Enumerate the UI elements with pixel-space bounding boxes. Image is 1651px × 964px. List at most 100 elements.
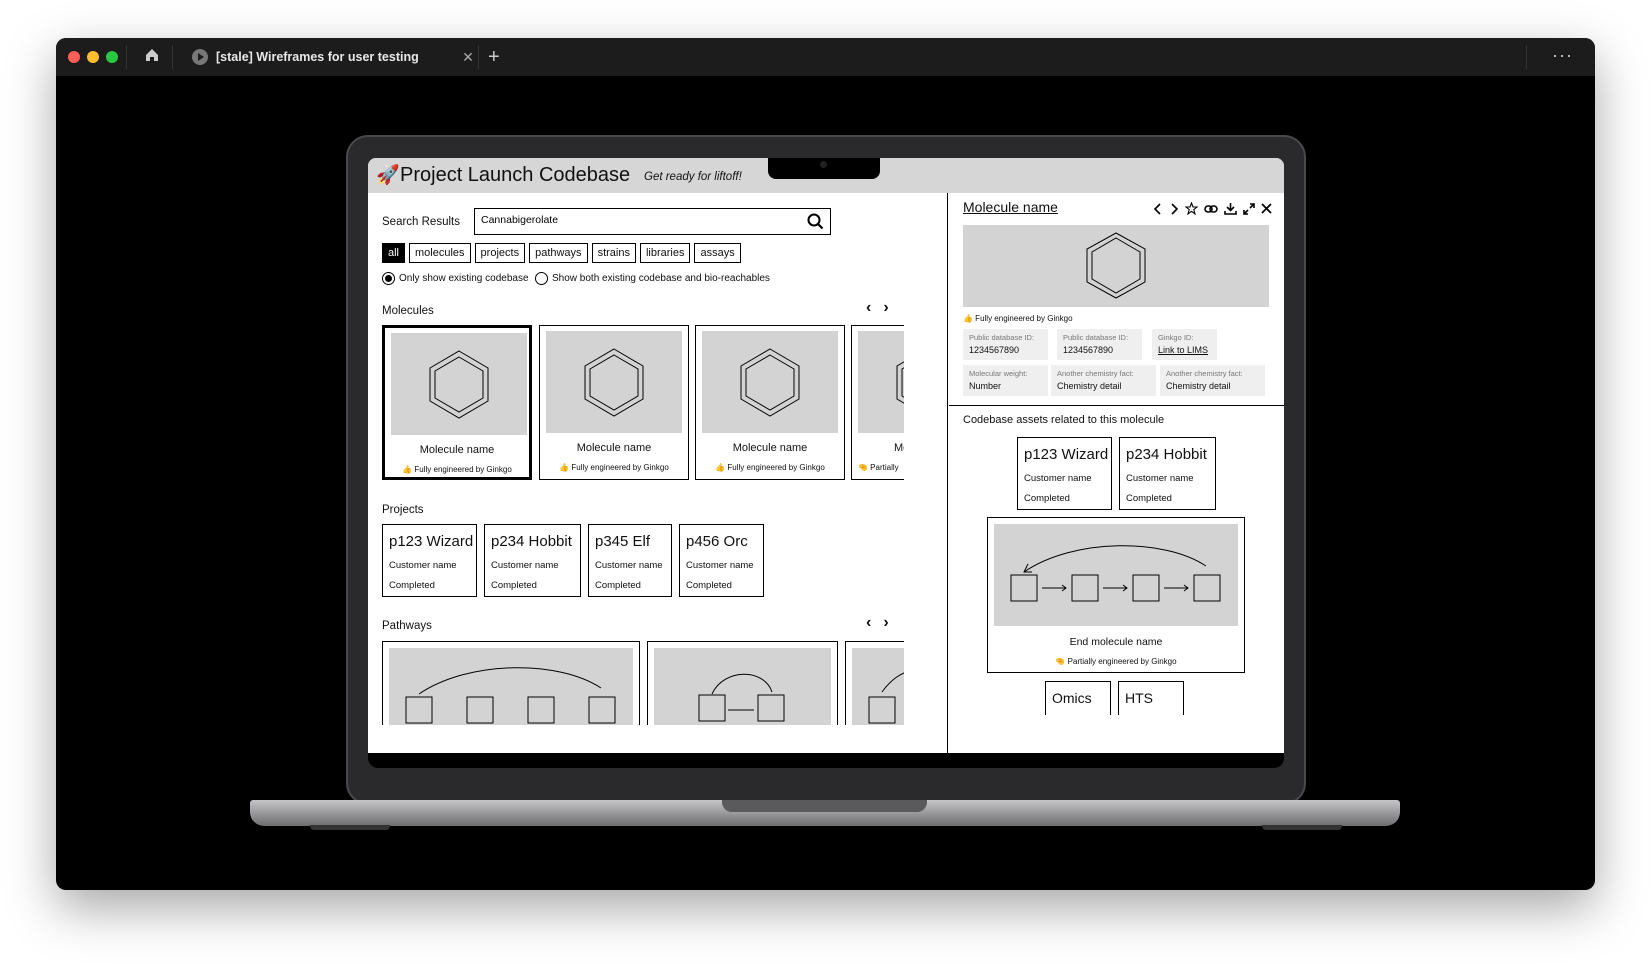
- link-to-lims[interactable]: Link to LIMS: [1158, 345, 1208, 355]
- filter-all[interactable]: all: [382, 243, 406, 263]
- radio-button-selected[interactable]: [382, 272, 395, 285]
- chevron-left-icon[interactable]: ‹: [866, 299, 871, 317]
- project-card[interactable]: p456 Orc Customer name Completed: [679, 524, 764, 597]
- related-pathway-card[interactable]: End molecule name 🤏 Partially engineered…: [987, 517, 1245, 673]
- benzene-icon: [584, 348, 644, 417]
- search-results-panel: Search Results all molecules projects pa…: [368, 193, 948, 753]
- pathways-section-title: Pathways: [382, 620, 432, 632]
- customer-name: Customer name: [686, 560, 754, 571]
- close-window-button[interactable]: [68, 51, 80, 63]
- pathway-card[interactable]: [382, 641, 640, 731]
- filter-projects[interactable]: projects: [474, 243, 526, 263]
- customer-name: Customer name: [1024, 473, 1092, 484]
- laptop-foot: [310, 825, 390, 830]
- fact-molecular-weight: Molecular weight: Number: [963, 365, 1048, 396]
- tab-close-button[interactable]: ✕: [458, 49, 478, 66]
- radio-button[interactable]: [535, 272, 548, 285]
- project-name: p123 Wizard: [1024, 446, 1109, 463]
- radio-both[interactable]: Show both existing codebase and bio-reac…: [535, 272, 770, 285]
- search-box[interactable]: [474, 208, 831, 235]
- radio-both-label: Show both existing codebase and bio-reac…: [552, 273, 770, 284]
- project-status: Completed: [595, 580, 641, 591]
- project-status: Completed: [491, 580, 537, 591]
- project-name: p345 Elf: [595, 533, 651, 550]
- project-status: Completed: [1024, 493, 1070, 504]
- molecule-name: Molecule name: [419, 444, 495, 456]
- tab-title: [stale] Wireframes for user testing: [216, 50, 419, 64]
- filter-molecules[interactable]: molecules: [409, 243, 471, 263]
- fact-public-db-id: Public database ID: 1234567890: [1057, 329, 1142, 360]
- chevron-right-icon[interactable]: ›: [883, 299, 888, 317]
- pathway-diagram-icon: [698, 673, 785, 722]
- search-results-label: Search Results: [382, 216, 460, 228]
- close-icon[interactable]: [1261, 203, 1272, 214]
- filter-strains[interactable]: strains: [591, 243, 636, 263]
- project-card[interactable]: p234 Hobbit Customer name Completed: [484, 524, 581, 597]
- project-status: Completed: [686, 580, 732, 591]
- new-tab-button[interactable]: +: [488, 46, 500, 69]
- detail-molecule-title[interactable]: Molecule name: [963, 199, 1058, 215]
- assay-name: Omics: [1052, 690, 1092, 706]
- expand-icon[interactable]: [1243, 202, 1255, 215]
- more-menu-button[interactable]: ···: [1552, 45, 1573, 66]
- pathway-diagram-icon: [1010, 545, 1221, 602]
- pathway-card[interactable]: [647, 641, 838, 731]
- end-molecule-name: End molecule name: [1069, 636, 1163, 648]
- rocket-icon: 🚀: [376, 165, 400, 186]
- molecule-card[interactable]: Molecule name 👍 Fully engineered by Gink…: [382, 325, 532, 480]
- molecules-carousel-nav: ‹ ›: [866, 299, 889, 317]
- related-project-card[interactable]: p123 Wizard Customer name Completed: [1017, 437, 1112, 510]
- project-card[interactable]: p123 Wizard Customer name Completed: [382, 524, 477, 597]
- divider: [949, 405, 1284, 406]
- chevron-left-icon[interactable]: ‹: [866, 614, 871, 632]
- star-icon[interactable]: [1185, 202, 1198, 215]
- pathway-diagram: [994, 524, 1238, 626]
- app-subtitle: Get ready for liftoff!: [644, 171, 742, 183]
- pathway-diagram: [654, 648, 831, 730]
- molecule-structure-image: [702, 331, 838, 433]
- chevron-left-icon[interactable]: [1153, 202, 1163, 215]
- filter-assays[interactable]: assays: [694, 243, 741, 263]
- fact-chemistry: Another chemistry fact: Chemistry detail: [1160, 365, 1265, 396]
- home-icon[interactable]: [144, 47, 160, 63]
- laptop-foot: [1262, 825, 1342, 830]
- benzene-icon: [429, 350, 489, 419]
- detail-actions: [1153, 202, 1272, 215]
- assay-name: HTS: [1125, 690, 1153, 706]
- play-icon: [192, 49, 208, 65]
- pathways-carousel-nav: ‹ ›: [866, 614, 889, 632]
- related-assets-title: Codebase assets related to this molecule: [963, 414, 1165, 426]
- browser-tab[interactable]: [stale] Wireframes for user testing ✕: [182, 41, 478, 73]
- fact-chemistry: Another chemistry fact: Chemistry detail: [1051, 365, 1156, 396]
- chevron-right-icon[interactable]: [1169, 202, 1179, 215]
- detail-molecule-image: [963, 225, 1269, 307]
- molecule-card[interactable]: Molecule name 👍 Fully engineered by Gink…: [695, 325, 845, 480]
- search-icon[interactable]: [807, 213, 824, 230]
- download-icon[interactable]: [1224, 202, 1237, 215]
- fact-public-db-id: Public database ID: 1234567890: [963, 329, 1048, 360]
- related-project-card[interactable]: p234 Hobbit Customer name Completed: [1119, 437, 1216, 510]
- filter-libraries[interactable]: libraries: [639, 243, 691, 263]
- engineering-badge: 👍 Fully engineered by Ginkgo: [402, 465, 512, 474]
- project-status: Completed: [389, 580, 435, 591]
- filter-pathways[interactable]: pathways: [529, 243, 588, 263]
- molecules-section-title: Molecules: [382, 305, 434, 317]
- pathway-diagram-icon: [405, 667, 616, 724]
- customer-name: Customer name: [1126, 473, 1194, 484]
- end-engineering-badge: 🤏 Partially engineered by Ginkgo: [1055, 657, 1177, 666]
- customer-name: Customer name: [595, 560, 663, 571]
- search-input[interactable]: [481, 214, 801, 226]
- chevron-right-icon[interactable]: ›: [883, 614, 888, 632]
- minimize-window-button[interactable]: [87, 51, 99, 63]
- molecule-card[interactable]: Molecule name 👍 Fully engineered by Gink…: [539, 325, 689, 480]
- link-icon[interactable]: [1204, 203, 1218, 215]
- project-card[interactable]: p345 Elf Customer name Completed: [588, 524, 672, 597]
- molecule-name: Molecule name: [576, 442, 652, 454]
- engineering-badge: 👍 Fully engineered by Ginkgo: [715, 463, 825, 472]
- project-status: Completed: [1126, 493, 1172, 504]
- camera-dot: [820, 161, 827, 168]
- maximize-window-button[interactable]: [106, 51, 118, 63]
- app-screen: 🚀 Project Launch Codebase Get ready for …: [368, 158, 1284, 753]
- radio-existing-codebase[interactable]: Only show existing codebase: [382, 272, 529, 285]
- app-header: 🚀 Project Launch Codebase Get ready for …: [368, 158, 1284, 193]
